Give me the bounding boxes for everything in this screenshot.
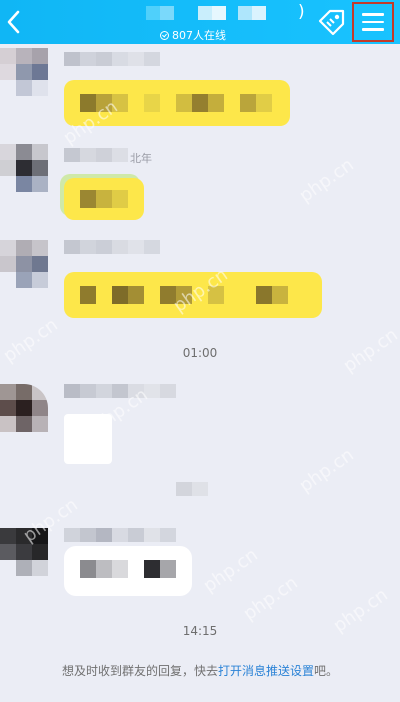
sender-name-blurred [64,52,160,66]
message-bubble[interactable] [64,178,144,220]
group-title-blurred [138,6,278,20]
push-settings-link[interactable]: 打开消息推送设置 [218,664,314,678]
chevron-left-icon [7,10,20,34]
message-bubble[interactable] [64,80,290,126]
group-tag-button[interactable] [316,8,348,36]
hamburger-menu-icon [362,13,384,16]
watermark: php.cn [295,444,358,497]
avatar[interactable] [0,48,48,96]
sender-name-suffix: 北年 [130,152,152,165]
back-button[interactable] [2,6,26,38]
avatar[interactable] [0,528,48,576]
push-notice-suffix: 吧。 [314,664,339,678]
message-bubble[interactable] [64,546,192,596]
check-circle-icon [160,30,169,40]
sender-name-blurred [64,384,176,398]
sender-name-blurred [64,240,160,254]
avatar[interactable] [0,240,48,288]
watermark: php.cn [239,572,302,625]
timestamp: 14:15 [182,624,218,638]
menu-button[interactable] [352,2,394,42]
sender-name-blurred [64,148,128,162]
message-bubble[interactable] [64,272,322,318]
system-message-blurred [176,482,208,496]
group-title-suffix: ) [298,2,305,22]
tag-icon [318,9,345,36]
online-count: 807人在线 [160,27,226,43]
watermark: php.cn [295,154,358,207]
avatar[interactable] [0,384,48,432]
online-count-label: 807人在线 [172,29,226,42]
avatar[interactable] [0,144,48,192]
watermark: php.cn [199,544,262,597]
push-notice-prefix: 想及时收到群友的回复，快去 [61,664,218,678]
timestamp: 01:00 [182,346,218,360]
push-notice: 想及时收到群友的回复，快去打开消息推送设置吧。 [0,662,400,679]
message-image[interactable] [64,414,112,464]
sender-name-blurred [64,528,176,542]
chat-header: ) 807人在线 [0,0,400,44]
